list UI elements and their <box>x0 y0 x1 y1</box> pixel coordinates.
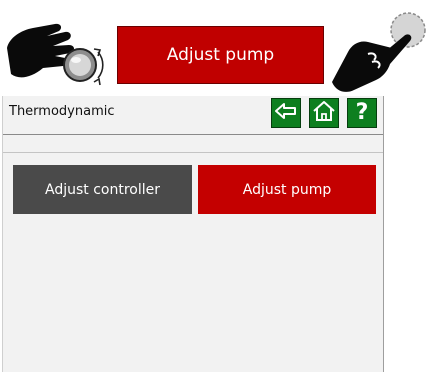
device-panel: Thermodynamic ? Adjust controller Adjust… <box>2 96 384 372</box>
divider <box>3 152 383 153</box>
hand-turning-knob-icon <box>3 18 107 88</box>
page-title: Thermodynamic <box>9 104 115 119</box>
home-button[interactable] <box>309 98 339 128</box>
help-label: ? <box>355 100 369 125</box>
adjust-pump-instruction-button[interactable]: Adjust pump <box>117 26 324 84</box>
tab-adjust-pump-label: Adjust pump <box>242 181 332 198</box>
home-icon <box>312 100 336 126</box>
back-arrow-icon <box>274 102 298 124</box>
screen: Adjust pump Thermodynamic ? Adjust contr… <box>0 0 435 372</box>
tab-adjust-controller[interactable]: Adjust controller <box>13 165 192 214</box>
help-button[interactable]: ? <box>347 98 377 128</box>
tab-adjust-pump[interactable]: Adjust pump <box>198 165 376 214</box>
back-button[interactable] <box>271 98 301 128</box>
tab-adjust-controller-label: Adjust controller <box>44 181 160 198</box>
panel-header: Thermodynamic ? <box>3 96 383 135</box>
hand-pointing-tap-icon <box>328 6 432 94</box>
adjust-pump-instruction-label: Adjust pump <box>166 45 275 65</box>
